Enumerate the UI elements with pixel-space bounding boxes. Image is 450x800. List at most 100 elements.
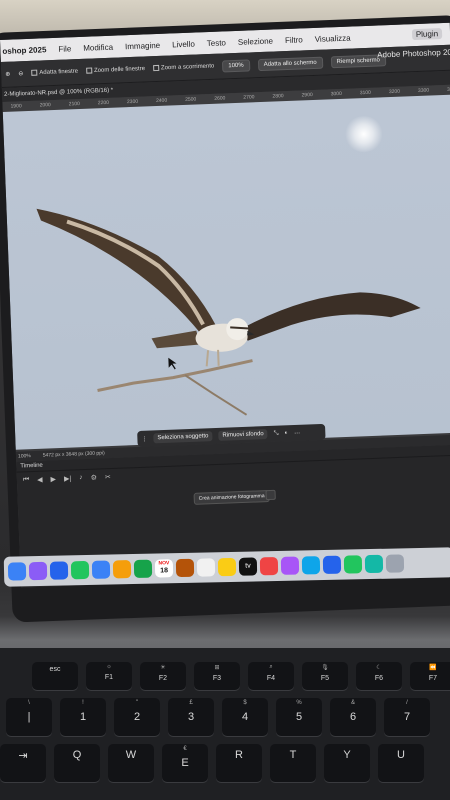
reminders-icon[interactable] xyxy=(196,558,216,577)
key-7[interactable]: /7 xyxy=(384,698,430,736)
checkbox-icon[interactable] xyxy=(31,69,38,77)
key-bottom-label: 3 xyxy=(187,711,195,723)
checkbox-icon[interactable] xyxy=(85,67,93,74)
app-store-icon[interactable] xyxy=(301,556,321,575)
transform-icon[interactable]: ⤡ xyxy=(274,430,279,437)
key-top-label: ! xyxy=(82,700,84,706)
next-frame-icon[interactable]: ▶| xyxy=(64,475,71,483)
more-icon[interactable]: ⋯ xyxy=(294,429,300,436)
key-bottom-label: 4 xyxy=(241,711,249,723)
ruler-tick: 2400 xyxy=(155,97,168,105)
podcasts-icon[interactable] xyxy=(280,556,300,575)
key-bottom-label: F3 xyxy=(212,675,222,682)
zoom-scorrimento-option[interactable]: Zoom a scorrimento xyxy=(152,63,214,72)
key-5[interactable]: % 5 xyxy=(276,698,322,736)
key-y[interactable]: Y xyxy=(324,744,370,782)
play-icon[interactable]: ▶ xyxy=(50,475,56,483)
key-bottom-label: F1 xyxy=(104,674,114,681)
fit-screen-button[interactable]: Adatta allo schermo xyxy=(257,56,323,71)
keyboard: esc ☼ F1 ☀ F2 ⊞ F3 ⌕ F4 🎙 F5 ☾ F6 ⏪ F7 \ |! 1 " 2 £3 $4% 5 & 6/7… xyxy=(0,648,450,800)
key-f6[interactable]: ☾ F6 xyxy=(356,662,402,690)
key-u[interactable]: U xyxy=(378,744,424,782)
key-2[interactable]: " 2 xyxy=(114,698,160,736)
menu-selezione[interactable]: Selezione xyxy=(238,36,273,46)
facetime-icon[interactable] xyxy=(133,559,153,578)
zoom-finestre-option[interactable]: Zoom delle finestre xyxy=(85,66,146,75)
image-canvas[interactable] xyxy=(2,94,450,450)
finder-icon[interactable] xyxy=(7,562,27,581)
ruler-tick: 2500 xyxy=(185,96,197,103)
key-top-label: ⊞ xyxy=(214,665,220,671)
key-bottom-label: R xyxy=(235,749,243,761)
key-r[interactable]: R xyxy=(216,744,262,782)
ruler-tick: 2800 xyxy=(272,93,284,100)
app-menu[interactable]: oshop 2025 xyxy=(2,45,46,56)
zoom-in-icon[interactable]: ⊕ xyxy=(5,71,10,78)
key-bottom-label: F6 xyxy=(374,675,384,682)
menu-testo[interactable]: Testo xyxy=(207,38,226,48)
settings-icon[interactable]: ⚙ xyxy=(91,474,98,482)
zoom-value-field[interactable]: 100% xyxy=(222,58,250,72)
create-frame-animation-button[interactable]: Crea animazione fotogramma xyxy=(193,489,270,505)
key-3[interactable]: £3 xyxy=(168,698,214,736)
key-bottom-label: 2 xyxy=(133,711,141,723)
key-f1[interactable]: ☼ F1 xyxy=(86,662,132,690)
system-settings-icon[interactable] xyxy=(385,554,405,573)
key-q[interactable]: Q xyxy=(54,744,100,782)
key-bottom-label: F5 xyxy=(320,675,330,682)
key-f3[interactable]: ⊞ F3 xyxy=(194,662,240,690)
notes-icon[interactable] xyxy=(217,557,237,577)
messages-icon[interactable] xyxy=(70,560,90,580)
key-|[interactable]: \ | xyxy=(6,698,52,736)
key-esc[interactable]: esc xyxy=(32,662,78,690)
drag-handle-icon[interactable]: ⋮ xyxy=(141,435,147,442)
menu-plugin[interactable]: Plugin xyxy=(411,28,443,41)
music-icon[interactable] xyxy=(259,556,279,576)
key-f5[interactable]: 🎙 F5 xyxy=(302,662,348,690)
key-w[interactable]: W xyxy=(108,744,154,782)
split-icon[interactable]: ✂ xyxy=(105,473,111,481)
audio-icon[interactable]: ♪ xyxy=(79,474,83,482)
mail-icon[interactable] xyxy=(91,560,111,579)
key-top-label: ⏪ xyxy=(429,665,437,671)
menu-livello[interactable]: Livello xyxy=(172,39,195,49)
key-bottom-label: T xyxy=(289,749,297,761)
chevron-down-icon[interactable] xyxy=(265,489,276,501)
talons xyxy=(205,349,220,367)
remove-background-button[interactable]: Rimuovi sfondo xyxy=(218,429,268,441)
ruler-tick: 2200 xyxy=(97,99,110,107)
key-f2[interactable]: ☀ F2 xyxy=(140,662,186,690)
adatta-finestre-option[interactable]: Adatta finestre xyxy=(31,68,78,76)
keynote-icon[interactable] xyxy=(322,555,342,575)
menu-immagine[interactable]: Immagine xyxy=(125,40,160,50)
key-6[interactable]: & 6 xyxy=(330,698,376,736)
select-subject-button[interactable]: Seleziona soggetto xyxy=(153,431,213,444)
checkbox-icon[interactable] xyxy=(152,65,160,72)
photoshop-icon[interactable] xyxy=(364,554,384,574)
photos-icon[interactable] xyxy=(112,560,132,579)
calendar-icon[interactable]: NOV 18 xyxy=(154,559,174,578)
key-t[interactable]: T xyxy=(270,744,316,782)
key-1[interactable]: ! 1 xyxy=(60,698,106,736)
prev-frame-icon[interactable]: ◀ xyxy=(37,476,43,484)
menu-visualizza[interactable]: Visualizza xyxy=(315,33,351,43)
menu-file[interactable]: File xyxy=(58,44,71,53)
contacts-icon[interactable] xyxy=(175,558,195,578)
launchpad-icon[interactable] xyxy=(28,561,48,581)
key-f7[interactable]: ⏪ F7 xyxy=(410,662,450,690)
key-top-label: ☼ xyxy=(106,664,112,670)
adjustment-icon[interactable]: ◐ xyxy=(284,430,288,436)
key-e[interactable]: € E xyxy=(162,744,208,782)
key-bottom-label: F7 xyxy=(428,675,438,682)
key-⇥[interactable]: ⇥ xyxy=(0,744,46,782)
safari-icon[interactable] xyxy=(49,561,69,580)
key-f4[interactable]: ⌕ F4 xyxy=(248,662,294,690)
zoom-out-icon[interactable]: ⊖ xyxy=(18,70,23,77)
first-frame-icon[interactable]: ⏮ xyxy=(23,476,30,484)
apple-tv-icon[interactable]: tv xyxy=(238,557,258,576)
zoom-finestre-label: Zoom delle finestre xyxy=(93,66,146,75)
menu-modifica[interactable]: Modifica xyxy=(83,42,113,52)
numbers-icon[interactable] xyxy=(343,555,363,574)
menu-filtro[interactable]: Filtro xyxy=(285,35,303,45)
key-4[interactable]: $4 xyxy=(222,698,268,736)
